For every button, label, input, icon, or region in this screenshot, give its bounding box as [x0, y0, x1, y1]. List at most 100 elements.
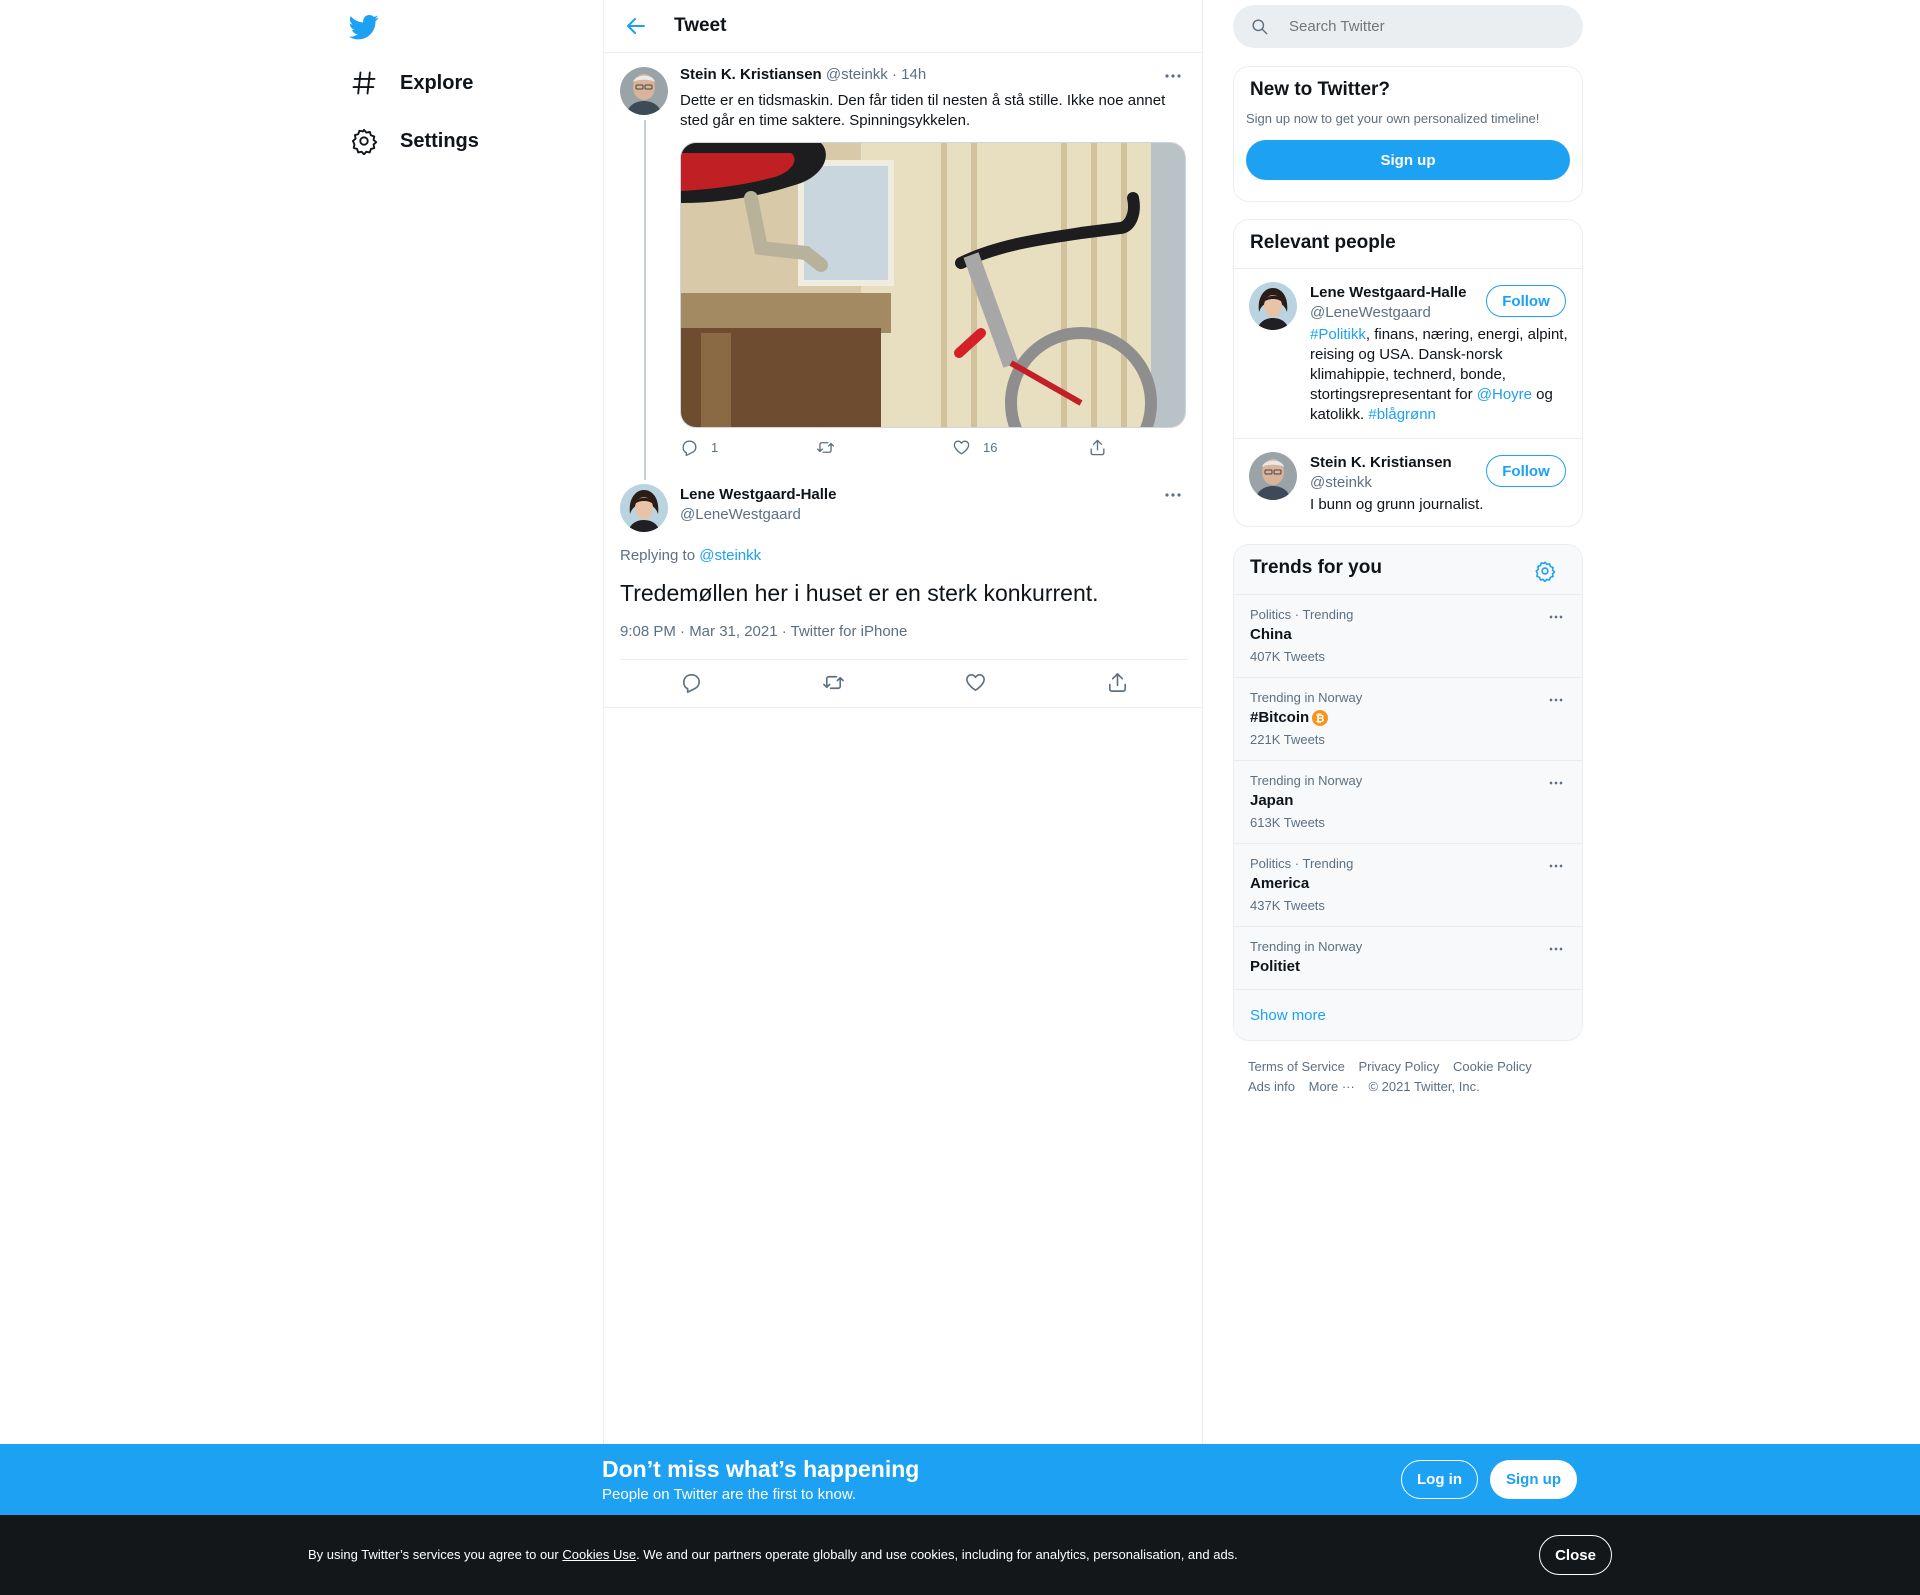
tweet-author-handle[interactable]: @LeneWestgaard [680, 506, 801, 523]
person-handle[interactable]: @steinkk [1310, 474, 1372, 491]
cookie-text: By using Twitter’s services you agree to… [308, 1547, 1238, 1562]
reply-icon [682, 440, 697, 457]
like-count: 16 [983, 440, 998, 455]
parent-tweet-time[interactable]: · 14h [892, 66, 926, 83]
new-to-twitter-subtitle: Sign up now to get your own personalized… [1246, 111, 1540, 126]
more-icon[interactable] [1546, 607, 1566, 627]
trend-context: Politics · Trending [1250, 607, 1354, 622]
trend-item[interactable]: Trending in Norway Politiet [1234, 926, 1582, 989]
footer-privacy-link[interactable]: Privacy Policy [1358, 1059, 1439, 1074]
footer-terms-link[interactable]: Terms of Service [1248, 1059, 1345, 1074]
trend-name: China [1250, 626, 1292, 643]
trend-item[interactable]: Trending in Norway #Bitcoin ₿ 221K Tweet… [1234, 677, 1582, 760]
nav-settings-label: Settings [400, 129, 479, 152]
tweet-actions [620, 671, 1188, 697]
search-box[interactable] [1233, 5, 1583, 48]
banner-signup-button[interactable]: Sign up [1490, 1460, 1577, 1499]
person-name[interactable]: Stein K. Kristiansen [1310, 454, 1452, 471]
parent-tweet-actions: 1 16 [680, 438, 1120, 462]
search-icon [1252, 19, 1268, 35]
person-bio: I bunn og grunn journalist. [1310, 496, 1484, 513]
tweet-photo[interactable] [680, 142, 1186, 428]
heart-icon[interactable] [964, 671, 987, 694]
settings-gear-icon[interactable] [1534, 560, 1556, 582]
footer-ads-link[interactable]: Ads info [1248, 1079, 1295, 1094]
trend-item[interactable]: Politics · Trending China 407K Tweets [1234, 594, 1582, 677]
more-icon[interactable] [1546, 773, 1566, 793]
nav-explore[interactable]: Explore [350, 63, 473, 103]
avatar-image [1249, 452, 1297, 500]
parent-tweet-author[interactable]: Stein K. Kristiansen [680, 66, 822, 83]
more-icon[interactable] [1161, 64, 1185, 88]
signup-button[interactable]: Sign up [1246, 140, 1570, 180]
close-button[interactable]: Close [1539, 1535, 1612, 1575]
replying-to-link[interactable]: @steinkk [699, 547, 761, 564]
parent-tweet-handle[interactable]: @steinkk [826, 66, 888, 83]
reply-count: 1 [711, 440, 719, 455]
avatar-image [620, 484, 668, 532]
main-column: Tweet Stein K. Kristiansen @steinkk · 14… [603, 0, 1203, 1444]
cookie-suffix: . We and our partners operate globally a… [636, 1547, 1238, 1562]
avatar[interactable] [1249, 452, 1297, 500]
avatar-lenewestgaard[interactable] [620, 484, 668, 532]
trend-context: Trending in Norway [1250, 690, 1363, 705]
bitcoin-icon: ₿ [1312, 709, 1329, 726]
trend-item[interactable]: Trending in Norway Japan 613K Tweets [1234, 760, 1582, 843]
twitter-logo-icon[interactable] [348, 12, 380, 42]
footer-more-link[interactable]: More ··· [1309, 1079, 1355, 1094]
more-icon[interactable] [1546, 939, 1566, 959]
trend-count: 221K Tweets [1250, 732, 1325, 747]
retweet-button[interactable] [816, 438, 847, 457]
more-icon[interactable] [1546, 856, 1566, 876]
show-more-link[interactable]: Show more [1234, 989, 1582, 1040]
top-bar: Tweet [604, 0, 1202, 53]
follow-button[interactable]: Follow [1486, 285, 1566, 317]
search-input[interactable] [1289, 18, 1549, 35]
trend-context: Trending in Norway [1250, 773, 1363, 788]
retweet-icon [816, 442, 835, 453]
person-handle[interactable]: @LeneWestgaard [1310, 304, 1431, 321]
like-button[interactable]: 16 [952, 438, 997, 457]
page-title: Tweet [674, 15, 727, 36]
reply-button[interactable]: 1 [680, 438, 718, 457]
share-button[interactable] [1088, 438, 1119, 457]
tweet-author-name[interactable]: Lene Westgaard-Halle [680, 486, 836, 503]
tweet-meta[interactable]: 9:08 PM · Mar 31, 2021 · Twitter for iPh… [620, 623, 907, 640]
person-name[interactable]: Lene Westgaard-Halle [1310, 284, 1466, 301]
nav-settings[interactable]: Settings [350, 121, 479, 161]
cookie-prefix: By using Twitter’s services you agree to… [308, 1547, 563, 1562]
retweet-icon[interactable] [822, 671, 845, 694]
more-icon[interactable] [1546, 690, 1566, 710]
follow-button[interactable]: Follow [1486, 455, 1566, 487]
trend-name-row: #Bitcoin ₿ [1250, 709, 1329, 726]
share-icon[interactable] [1106, 671, 1129, 694]
hashtag-link[interactable]: #Politikk [1310, 326, 1366, 343]
trends-card: Trends for you Politics · Trending China… [1233, 544, 1583, 1041]
cookie-bar: By using Twitter’s services you agree to… [0, 1515, 1920, 1595]
trend-item[interactable]: Politics · Trending America 437K Tweets [1234, 843, 1582, 926]
thread-line [644, 120, 646, 480]
login-button[interactable]: Log in [1401, 1460, 1478, 1499]
footer-cookie-link[interactable]: Cookie Policy [1453, 1059, 1532, 1074]
avatar-image [1249, 282, 1297, 330]
new-to-twitter-title: New to Twitter? [1250, 79, 1391, 100]
divider [620, 659, 1188, 660]
cookies-use-link[interactable]: Cookies Use [562, 1547, 636, 1562]
trend-name: Politiet [1250, 958, 1301, 975]
avatar-steinkk[interactable] [620, 67, 668, 115]
avatar-image [620, 67, 668, 115]
new-to-twitter-card: New to Twitter? Sign up now to get your … [1233, 66, 1583, 202]
hashtag-icon [352, 71, 376, 95]
more-icon[interactable] [1161, 483, 1185, 507]
back-arrow-icon[interactable] [624, 14, 648, 38]
reply-icon[interactable] [680, 671, 703, 694]
relevant-people-card: Relevant people Lene Westgaard-Halle @Le… [1233, 219, 1583, 527]
hashtag-link[interactable]: #blågrønn [1368, 406, 1436, 423]
share-icon [1090, 439, 1105, 456]
mention-link[interactable]: @Hoyre [1477, 386, 1532, 403]
avatar[interactable] [1249, 282, 1297, 330]
person-steinkk[interactable]: Stein K. Kristiansen @steinkk Follow I b… [1234, 438, 1582, 526]
person-lenewestgaard[interactable]: Lene Westgaard-Halle @LeneWestgaard Foll… [1234, 268, 1582, 438]
relevant-people-title: Relevant people [1250, 232, 1396, 253]
parent-tweet-header: Stein K. Kristiansen @steinkk · 14h [680, 66, 926, 83]
